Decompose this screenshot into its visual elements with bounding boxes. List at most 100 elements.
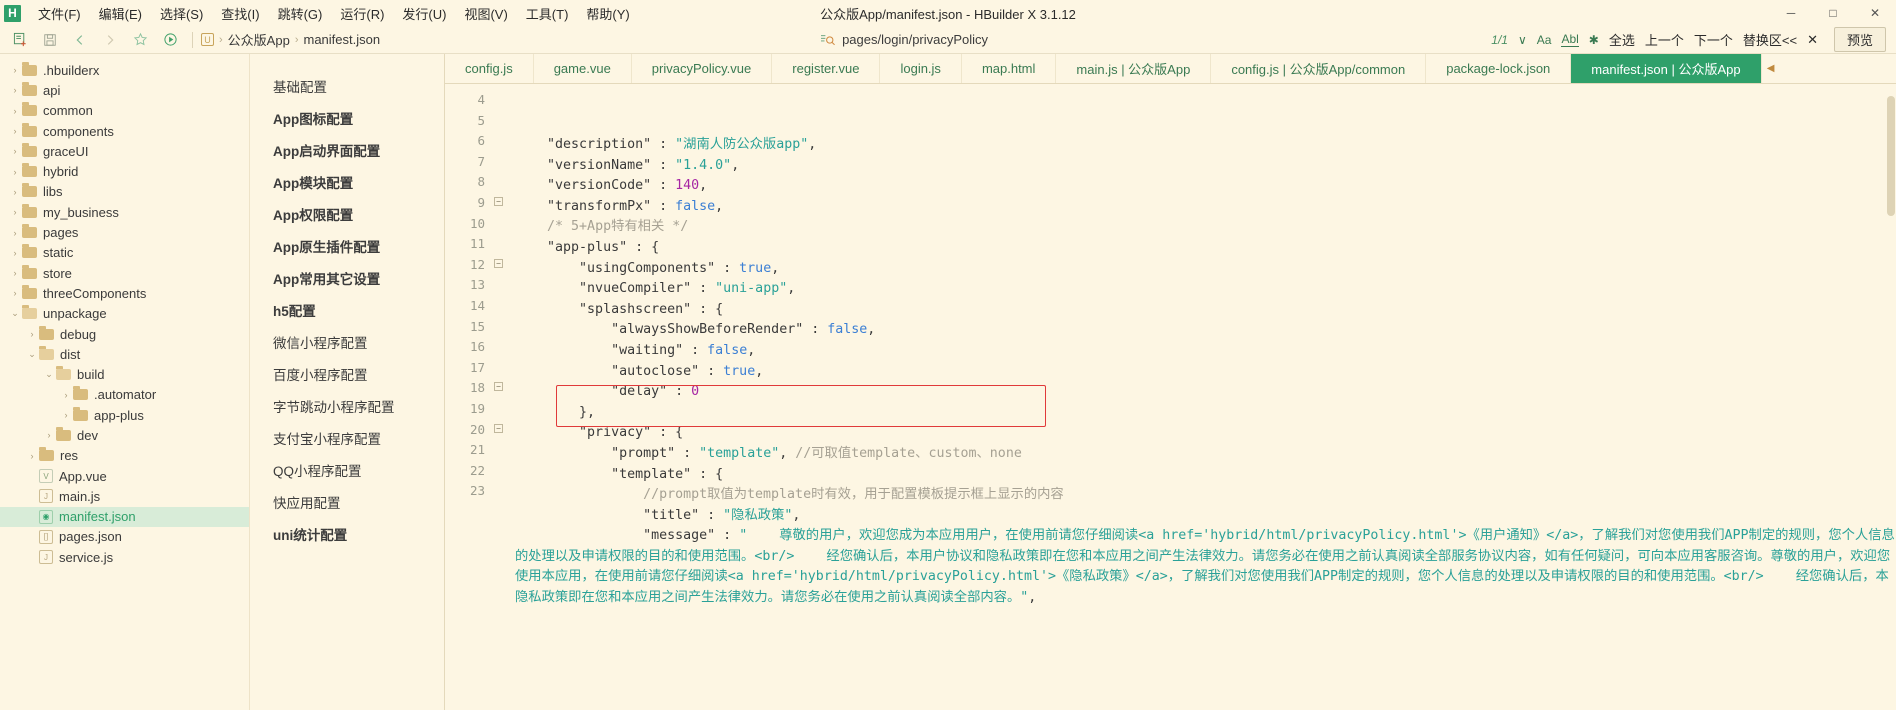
regex-button[interactable]: ✱ <box>1589 33 1599 47</box>
config-nav-item-10[interactable]: 字节跳动小程序配置 <box>250 390 444 422</box>
chevron-right-icon[interactable]: › <box>8 106 22 116</box>
tree-item-static[interactable]: › static <box>0 243 249 263</box>
config-nav-item-5[interactable]: App原生插件配置 <box>250 230 444 262</box>
new-file-icon[interactable] <box>6 28 34 52</box>
tab-overflow-icon[interactable]: ◀ <box>1762 54 1780 83</box>
scrollbar-thumb[interactable] <box>1887 96 1895 216</box>
config-nav-item-6[interactable]: App常用其它设置 <box>250 262 444 294</box>
tree-item-dev[interactable]: › dev <box>0 425 249 445</box>
code-line[interactable]: //prompt取值为template时有效，用于配置模板提示框上显示的内容 <box>515 485 1896 506</box>
code-line[interactable]: "autoclose" : true, <box>515 362 1896 383</box>
chevron-right-icon[interactable]: › <box>8 248 22 258</box>
chevron-down-icon[interactable]: ⌄ <box>8 308 22 319</box>
tree-item-hbuilderx[interactable]: › .hbuilderx <box>0 60 249 80</box>
maximize-button[interactable]: □ <box>1812 0 1854 26</box>
config-nav-item-14[interactable]: uni统计配置 <box>250 518 444 550</box>
chevron-down-icon[interactable]: ∨ <box>1518 33 1527 47</box>
code-line[interactable]: /* 5+App特有相关 */ <box>515 217 1896 238</box>
menu-view[interactable]: 视图(V) <box>455 2 516 25</box>
code-line[interactable]: "usingComponents" : true, <box>515 259 1896 280</box>
tree-item-dist[interactable]: ⌄ dist <box>0 344 249 364</box>
forward-icon[interactable] <box>96 28 124 52</box>
code-line[interactable]: "nvueCompiler" : "uni-app", <box>515 279 1896 300</box>
chevron-right-icon[interactable]: › <box>8 65 22 75</box>
code-line[interactable]: "splashscreen" : { <box>515 300 1896 321</box>
editor-tab-main.js[interactable]: main.js | 公众版App <box>1056 54 1212 83</box>
chevron-right-icon[interactable]: › <box>8 207 22 217</box>
code-line[interactable]: "description" : "湖南人防公众版app", <box>515 135 1896 156</box>
code-line[interactable]: "message" : " 尊敬的用户，欢迎您成为本应用用户，在使用前请您仔细阅… <box>515 526 1896 608</box>
config-nav-item-12[interactable]: QQ小程序配置 <box>250 454 444 486</box>
chevron-right-icon[interactable]: › <box>25 451 39 461</box>
code-line[interactable]: "waiting" : false, <box>515 341 1896 362</box>
chevron-down-icon[interactable]: ⌄ <box>42 369 56 380</box>
minimize-button[interactable]: ─ <box>1770 0 1812 26</box>
tree-item-common[interactable]: › common <box>0 101 249 121</box>
chevron-right-icon[interactable]: › <box>8 85 22 95</box>
code-line[interactable]: }, <box>515 403 1896 424</box>
chevron-right-icon[interactable]: › <box>8 268 22 278</box>
close-button[interactable]: ✕ <box>1854 0 1896 26</box>
config-nav-item-4[interactable]: App权限配置 <box>250 198 444 230</box>
menu-find[interactable]: 查找(I) <box>212 2 268 25</box>
match-case-button[interactable]: Aa <box>1537 33 1552 47</box>
menu-publish[interactable]: 发行(U) <box>393 2 455 25</box>
editor-tab-privacyPolicy.vue[interactable]: privacyPolicy.vue <box>632 54 773 83</box>
save-icon[interactable] <box>36 28 64 52</box>
code-line[interactable]: "privacy" : { <box>515 423 1896 444</box>
tree-item-app-plus[interactable]: › app-plus <box>0 405 249 425</box>
chevron-down-icon[interactable]: ⌄ <box>25 349 39 360</box>
menu-help[interactable]: 帮助(Y) <box>577 2 638 25</box>
chevron-right-icon[interactable]: › <box>8 167 22 177</box>
config-nav-item-0[interactable]: 基础配置 <box>250 70 444 102</box>
breadcrumb-project[interactable]: 公众版App <box>228 30 290 49</box>
code-line[interactable]: "versionCode" : 140, <box>515 176 1896 197</box>
code-line[interactable]: "alwaysShowBeforeRender" : false, <box>515 320 1896 341</box>
chevron-right-icon[interactable]: › <box>25 329 39 339</box>
menu-tools[interactable]: 工具(T) <box>517 2 578 25</box>
select-all-button[interactable]: 全选 <box>1609 30 1635 49</box>
tree-item-mainjs[interactable]: Jmain.js <box>0 486 249 506</box>
tree-item-my_business[interactable]: › my_business <box>0 202 249 222</box>
tree-item-graceui[interactable]: › graceUI <box>0 141 249 161</box>
code-line[interactable]: "title" : "隐私政策", <box>515 506 1896 527</box>
editor-tab-config.js[interactable]: config.js | 公众版App/common <box>1211 54 1427 83</box>
whole-word-button[interactable]: Abl <box>1561 32 1579 47</box>
editor-tab-manifest.json[interactable]: manifest.json | 公众版App <box>1571 54 1762 83</box>
preview-button[interactable]: 预览 <box>1833 27 1886 52</box>
bookmark-star-icon[interactable] <box>126 28 154 52</box>
chevron-right-icon[interactable]: › <box>42 430 56 440</box>
menu-edit[interactable]: 编辑(E) <box>90 2 151 25</box>
editor-tab-login.js[interactable]: login.js <box>880 54 962 83</box>
find-input[interactable]: pages/login/privacyPolicy <box>842 32 988 47</box>
menu-file[interactable]: 文件(F) <box>29 2 90 25</box>
code-line[interactable]: "template" : { <box>515 465 1896 486</box>
code-content[interactable]: "description" : "湖南人防公众版app", "versionNa… <box>491 84 1896 710</box>
breadcrumb-file[interactable]: manifest.json <box>303 32 380 47</box>
code-line[interactable]: "transformPx" : false, <box>515 197 1896 218</box>
manifest-config-nav[interactable]: 基础配置 App图标配置 App启动界面配置 App模块配置 App权限配置 App原生插… <box>250 54 445 710</box>
code-line[interactable]: "delay" : 0 <box>515 382 1896 403</box>
chevron-right-icon[interactable]: › <box>8 228 22 238</box>
run-icon[interactable] <box>156 28 184 52</box>
config-nav-item-2[interactable]: App启动界面配置 <box>250 134 444 166</box>
tree-item-manifestjson[interactable]: ◉ manifest.json <box>0 506 249 527</box>
tree-item-libs[interactable]: › libs <box>0 182 249 202</box>
editor-tab-map.html[interactable]: map.html <box>962 54 1057 83</box>
tree-item-pages[interactable]: › pages <box>0 222 249 242</box>
tree-item-components[interactable]: › components <box>0 121 249 141</box>
menu-run[interactable]: 运行(R) <box>331 2 393 25</box>
config-nav-item-7[interactable]: h5配置 <box>250 294 444 326</box>
editor-tab-register.vue[interactable]: register.vue <box>772 54 881 83</box>
tree-item-threecomponents[interactable]: › threeComponents <box>0 283 249 303</box>
chevron-right-icon[interactable]: › <box>8 146 22 156</box>
tree-item-debug[interactable]: › debug <box>0 324 249 344</box>
chevron-right-icon[interactable]: › <box>59 410 73 420</box>
find-prev-button[interactable]: 上一个 <box>1645 30 1684 49</box>
chevron-right-icon[interactable]: › <box>59 390 73 400</box>
tree-item-unpackage[interactable]: ⌄ unpackage <box>0 304 249 324</box>
back-icon[interactable] <box>66 28 94 52</box>
tree-item-pagesjson[interactable]: [] pages.json <box>0 527 249 547</box>
chevron-right-icon[interactable]: › <box>8 126 22 136</box>
tree-item-automator[interactable]: › .automator <box>0 385 249 405</box>
